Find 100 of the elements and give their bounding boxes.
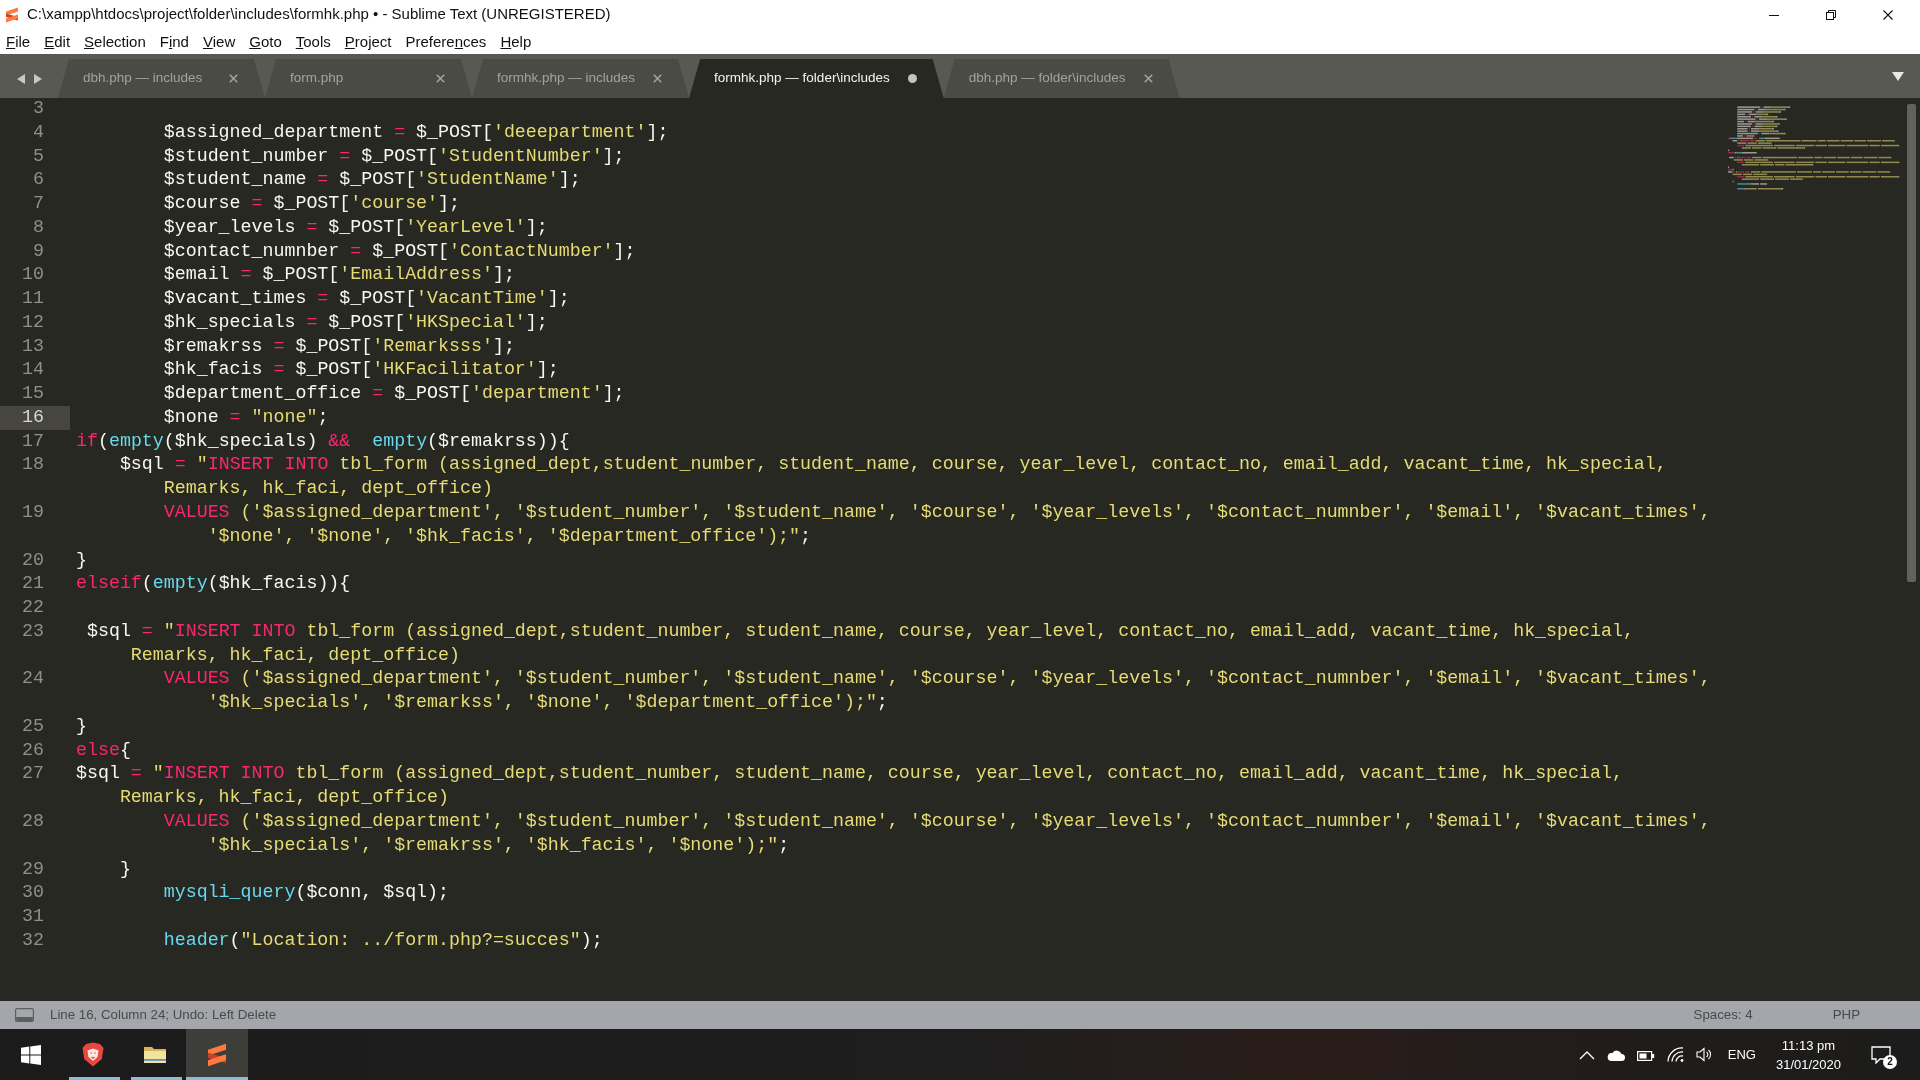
close-icon[interactable] [1143,74,1153,83]
line-number: 19 [22,502,44,522]
notification-icon[interactable] [1871,1045,1891,1064]
code-line: Remarks, hk_faci, dept_office) [129,644,460,665]
line-number: 11 [22,288,44,309]
tab[interactable]: form.php [265,59,472,98]
clock-date[interactable]: 31/01/2020 [1775,1054,1841,1074]
menu-item[interactable]: Preferences [398,31,494,52]
line-number: 16 [22,406,44,427]
tab[interactable]: dbh.php — includes [58,59,265,98]
battery-icon[interactable] [1636,1048,1655,1061]
line-number: 28 [22,810,44,831]
menu-item[interactable]: Help [493,31,539,52]
code-line: VALUES ('$assigned_department', '$student_number', '$student_name', '$course', '$year_levels', '$contact_numnber', '$email', '$vacant_times', [162,668,1711,689]
line-number: 24 [22,668,44,689]
language-indicator[interactable]: ENG [1718,1044,1766,1065]
status-message: Line 16, Column 24; Undo: Left Delete [50,1006,277,1025]
code-line: Remarks, hk_faci, dept_office) [118,787,449,808]
line-number: 9 [33,240,44,261]
menu-item[interactable]: Tools [288,31,338,52]
scrollbar-thumb[interactable] [1907,104,1916,582]
line-number: 10 [22,264,44,285]
menu-item[interactable]: File [0,31,38,52]
line-number: 29 [22,858,44,879]
syntax-setting[interactable]: PHP [1832,1005,1860,1025]
app-logo-icon [4,6,20,23]
code-line: $year_levels = $_POST['YearLevel']; [162,216,548,237]
line-number: 15 [22,383,44,404]
code-line: $sql = "INSERT INTO tbl_form (assigned_dept,student_number, student_name, course, year_level, contact_no, email_add, vacant_time, hk_special, [85,620,1634,641]
shield-icon [82,1042,104,1067]
menu-item[interactable]: View [195,31,243,52]
code-line: } [76,549,87,570]
code-line: '$hk_specials', '$remarkss', '$none', '$department_office');"; [206,692,888,713]
code-line: $none = "none"; [162,406,329,427]
wifi-icon[interactable] [1666,1047,1684,1062]
code-line: $hk_specials = $_POST['HKSpecial']; [162,311,548,332]
unsaved-dot-icon[interactable] [907,74,917,83]
code-line: header("Location: ../form.php?=succes"); [162,929,603,950]
code-line: VALUES ('$assigned_department', '$student_number', '$student_name', '$course', '$year_levels', '$contact_numnber', '$email', '$vacant_times', [162,810,1711,831]
line-number: 17 [22,430,44,451]
line-number: 32 [22,929,44,950]
windows-logo-icon [21,1044,41,1065]
code-line: $assigned_department = $_POST['deeepartment']; [162,121,669,142]
menu-item[interactable]: Selection [77,31,153,52]
notification-count: 2 [1883,1054,1897,1069]
panel-icon[interactable] [15,1008,34,1022]
line-number: 18 [22,454,44,475]
code-line: $student_number = $_POST['StudentNumber']; [162,145,625,166]
close-icon[interactable] [653,74,663,83]
line-number: 21 [22,573,44,594]
line-number: 8 [33,216,44,237]
indentation-setting[interactable]: Spaces: 4 [1693,1005,1753,1025]
close-icon [1882,9,1893,20]
chevron-up-icon[interactable] [1578,1049,1595,1060]
line-number: 20 [22,549,44,570]
menu-item[interactable]: Edit [37,31,78,52]
line-number: 6 [33,169,44,190]
line-number: 26 [22,739,44,760]
code-line: $student_name = $_POST['StudentName']; [162,169,581,190]
tab[interactable]: formhk.php — includes [472,59,690,98]
restore-icon [1825,9,1836,20]
speaker-icon[interactable] [1695,1047,1713,1062]
line-number: 3 [33,98,44,118]
line-number: 14 [22,359,44,380]
code-line: $department_office = $_POST['department']; [162,383,625,404]
close-icon[interactable] [436,74,445,83]
code-line: elseif(empty($hk_facis)){ [76,573,351,594]
line-number: 23 [22,620,44,641]
line-number: 31 [22,906,44,927]
clock-time[interactable]: 11:13 pm [1781,1035,1836,1055]
line-number: 7 [33,193,44,214]
dropdown-triangle-icon[interactable] [1892,71,1904,81]
menu-item[interactable]: Find [152,31,196,52]
line-number: 4 [33,121,44,142]
tab[interactable]: formhk.php — folder\includes [689,59,944,98]
close-icon[interactable] [229,74,238,83]
line-number: 22 [22,597,44,618]
cloud-icon[interactable] [1606,1048,1625,1061]
code-line: } [118,858,131,879]
code-line: '$none', '$none', '$hk_facis', '$department_office');"; [206,525,812,546]
code-line: $course = $_POST['course']; [162,193,460,214]
code-line: '$hk_specials', '$remakrss', '$hk_facis', '$none');"; [206,834,790,855]
app-logo-icon [205,1042,229,1067]
tab[interactable]: dbh.php — folder\includes [943,59,1180,98]
left-arrow-icon[interactable] [16,73,25,84]
code-line: $hk_facis = $_POST['HKFacilitator']; [162,359,559,380]
window-title: C:\xampp\htdocs\project\folder\includes\formhk.php • - Sublime Text (UNREGISTERED) [27,4,611,25]
code-line: Remarks, hk_faci, dept_office) [162,478,493,499]
code-line: $vacant_times = $_POST['VacantTime']; [162,288,570,309]
line-number: 12 [22,311,44,332]
code-line: $contact_numnber = $_POST['ContactNumber']; [162,240,636,261]
right-arrow-icon[interactable] [33,73,42,84]
code-line: else{ [76,739,131,760]
menu-item[interactable]: Goto [242,31,289,52]
code-line: $remakrss = $_POST['Remarksss']; [162,335,515,356]
folder-icon [143,1044,167,1065]
line-number: 13 [22,335,44,356]
code-line: mysqli_query($conn, $sql); [162,882,449,903]
menu-item[interactable]: Project [337,31,399,52]
code-line: $sql = "INSERT INTO tbl_form (assigned_dept,student_number, student_name, course, year_level, contact_no, email_add, vacant_time, hk_special, [118,454,1667,475]
